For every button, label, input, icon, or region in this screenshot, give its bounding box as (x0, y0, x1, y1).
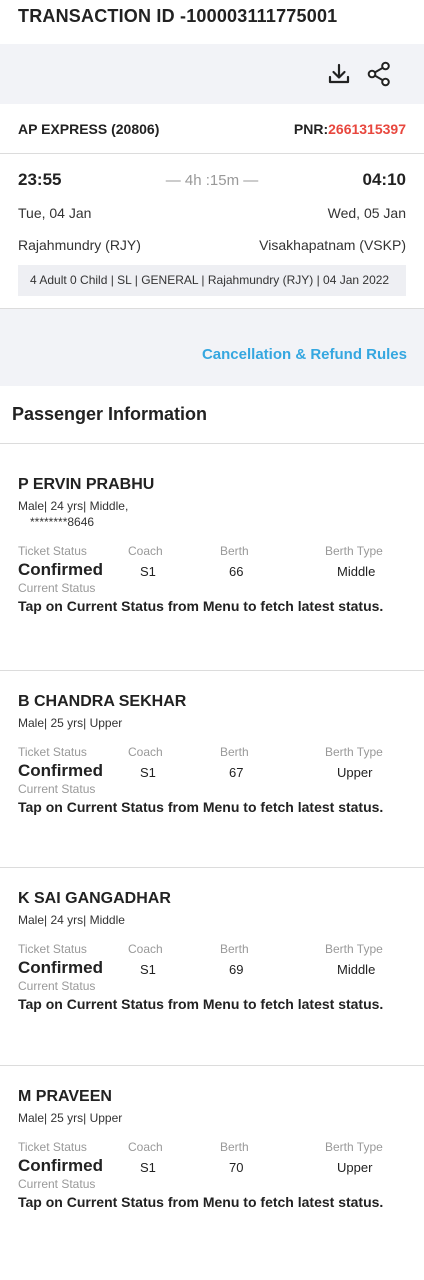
passenger-attributes: Male| 24 yrs| Middle (18, 913, 125, 927)
berth-value: 67 (229, 765, 244, 780)
coach-value: S1 (140, 765, 156, 780)
current-status-label: Current Status (18, 782, 96, 796)
berth-label: Berth (220, 544, 249, 558)
ticket-status-label: Ticket Status (18, 544, 87, 558)
passenger-masked-id: ********8646 (30, 515, 95, 529)
current-status-hint: Tap on Current Status from Menu to fetch… (18, 1194, 384, 1210)
rules-band: Cancellation & Refund Rules (0, 309, 424, 386)
berth-label: Berth (220, 942, 249, 956)
passenger-card: M PRAVEEN Male| 25 yrs| Upper Ticket Statu… (0, 1066, 424, 1261)
ticket-status-value: Confirmed (18, 958, 103, 977)
current-status-label: Current Status (18, 581, 96, 595)
train-name: AP EXPRESS (20806) (18, 120, 160, 137)
arrival-date: Wed, 05 Jan (327, 205, 406, 221)
passenger-name: M PRAVEEN (18, 1088, 112, 1105)
download-icon[interactable] (326, 61, 352, 87)
berth-value: 69 (229, 962, 244, 977)
current-status-hint: Tap on Current Status from Menu to fetch… (18, 598, 384, 614)
arrival-time: 04:10 (362, 170, 406, 189)
passenger-details: Male| 24 yrs| Middle, ********8646 (18, 498, 406, 530)
status-grid: Ticket Status Coach Berth Berth Type Confirm… (18, 1140, 406, 1176)
berth-type-value: Upper (337, 1160, 373, 1175)
coach-value: S1 (140, 962, 156, 977)
journey-summary: 4 Adult 0 Child | SL | GENERAL | Rajahmu… (18, 265, 406, 296)
berth-type-label: Berth Type (325, 1140, 383, 1154)
passenger-details: Male| 24 yrs| Middle (18, 912, 406, 928)
transaction-id-title: TRANSACTION ID -100003111775001 (18, 6, 338, 26)
passenger-name: P ERVIN PRABHU (18, 476, 155, 493)
coach-value: S1 (140, 1160, 156, 1175)
berth-type-value: Middle (337, 962, 376, 977)
pnr-label: PNR: (293, 120, 329, 137)
pnr-value: 2661315397 (328, 120, 406, 137)
ticket-status-label: Ticket Status (18, 942, 87, 956)
berth-type-value: Middle (337, 564, 376, 579)
current-status-label: Current Status (18, 1177, 96, 1191)
from-station: Rajahmundry (RJY) (18, 237, 141, 253)
coach-label: Coach (128, 1140, 163, 1154)
station-row: Rajahmundry (RJY) Visakhapatnam (VSKP) (18, 235, 406, 255)
passenger-card: P ERVIN PRABHU Male| 24 yrs| Middle, *****… (0, 444, 424, 671)
ticket-status-label: Ticket Status (18, 745, 87, 759)
ticket-status-value: Confirmed (18, 761, 103, 780)
berth-value: 70 (229, 1160, 244, 1175)
berth-type-value: Upper (337, 765, 373, 780)
status-grid: Ticket Status Coach Berth Berth Type Confirm… (18, 745, 406, 781)
ticket-status-value: Confirmed (18, 1156, 103, 1175)
share-icon[interactable] (366, 61, 392, 87)
passenger-attributes: Male| 25 yrs| Upper (18, 716, 123, 730)
passenger-card: K SAI GANGADHAR Male| 24 yrs| Middle Ticke… (0, 868, 424, 1066)
ticket-status-value: Confirmed (18, 560, 103, 579)
current-status-hint: Tap on Current Status from Menu to fetch… (18, 996, 384, 1012)
berth-type-label: Berth Type (325, 942, 383, 956)
berth-label: Berth (220, 745, 249, 759)
action-bar (0, 44, 424, 104)
train-header-row: AP EXPRESS (20806) PNR:2661315397 (0, 104, 424, 154)
journey-duration: — 4h :15m — (165, 171, 259, 189)
passenger-card: B CHANDRA SEKHAR Male| 25 yrs| Upper Ticke… (0, 671, 424, 868)
berth-type-label: Berth Type (325, 544, 383, 558)
departure-date: Tue, 04 Jan (18, 205, 92, 221)
passenger-details: Male| 25 yrs| Upper (18, 1110, 406, 1126)
berth-type-label: Berth Type (325, 745, 383, 759)
passenger-attributes: Male| 25 yrs| Upper (18, 1111, 123, 1125)
train-details-card: AP EXPRESS (20806) PNR:2661315397 23:55 … (0, 104, 424, 296)
berth-label: Berth (220, 1140, 249, 1154)
time-row: 23:55 — 4h :15m — 04:10 (18, 168, 406, 192)
passenger-name: B CHANDRA SEKHAR (18, 693, 187, 710)
passenger-section-title: Passenger Information (0, 386, 424, 444)
status-grid: Ticket Status Coach Berth Berth Type Confirm… (18, 544, 406, 580)
coach-value: S1 (140, 564, 156, 579)
date-row: Tue, 04 Jan Wed, 05 Jan (18, 203, 406, 223)
passenger-details: Male| 25 yrs| Upper (18, 715, 406, 731)
coach-label: Coach (128, 942, 163, 956)
to-station: Visakhapatnam (VSKP) (259, 237, 406, 253)
transaction-header: TRANSACTION ID -100003111775001 (0, 0, 424, 44)
coach-label: Coach (128, 745, 163, 759)
status-grid: Ticket Status Coach Berth Berth Type Confirm… (18, 942, 406, 978)
ticket-status-label: Ticket Status (18, 1140, 87, 1154)
current-status-label: Current Status (18, 979, 96, 993)
cancellation-refund-rules-link[interactable]: Cancellation & Refund Rules (202, 346, 407, 363)
passenger-name: K SAI GANGADHAR (18, 890, 171, 907)
departure-time: 23:55 (18, 170, 62, 189)
berth-value: 66 (229, 564, 244, 579)
coach-label: Coach (128, 544, 163, 558)
passenger-attributes: Male| 24 yrs| Middle, (18, 499, 129, 513)
pnr: PNR:2661315397 (294, 121, 406, 137)
passenger-list: P ERVIN PRABHU Male| 24 yrs| Middle, *****… (0, 444, 424, 1261)
current-status-hint: Tap on Current Status from Menu to fetch… (18, 799, 384, 815)
